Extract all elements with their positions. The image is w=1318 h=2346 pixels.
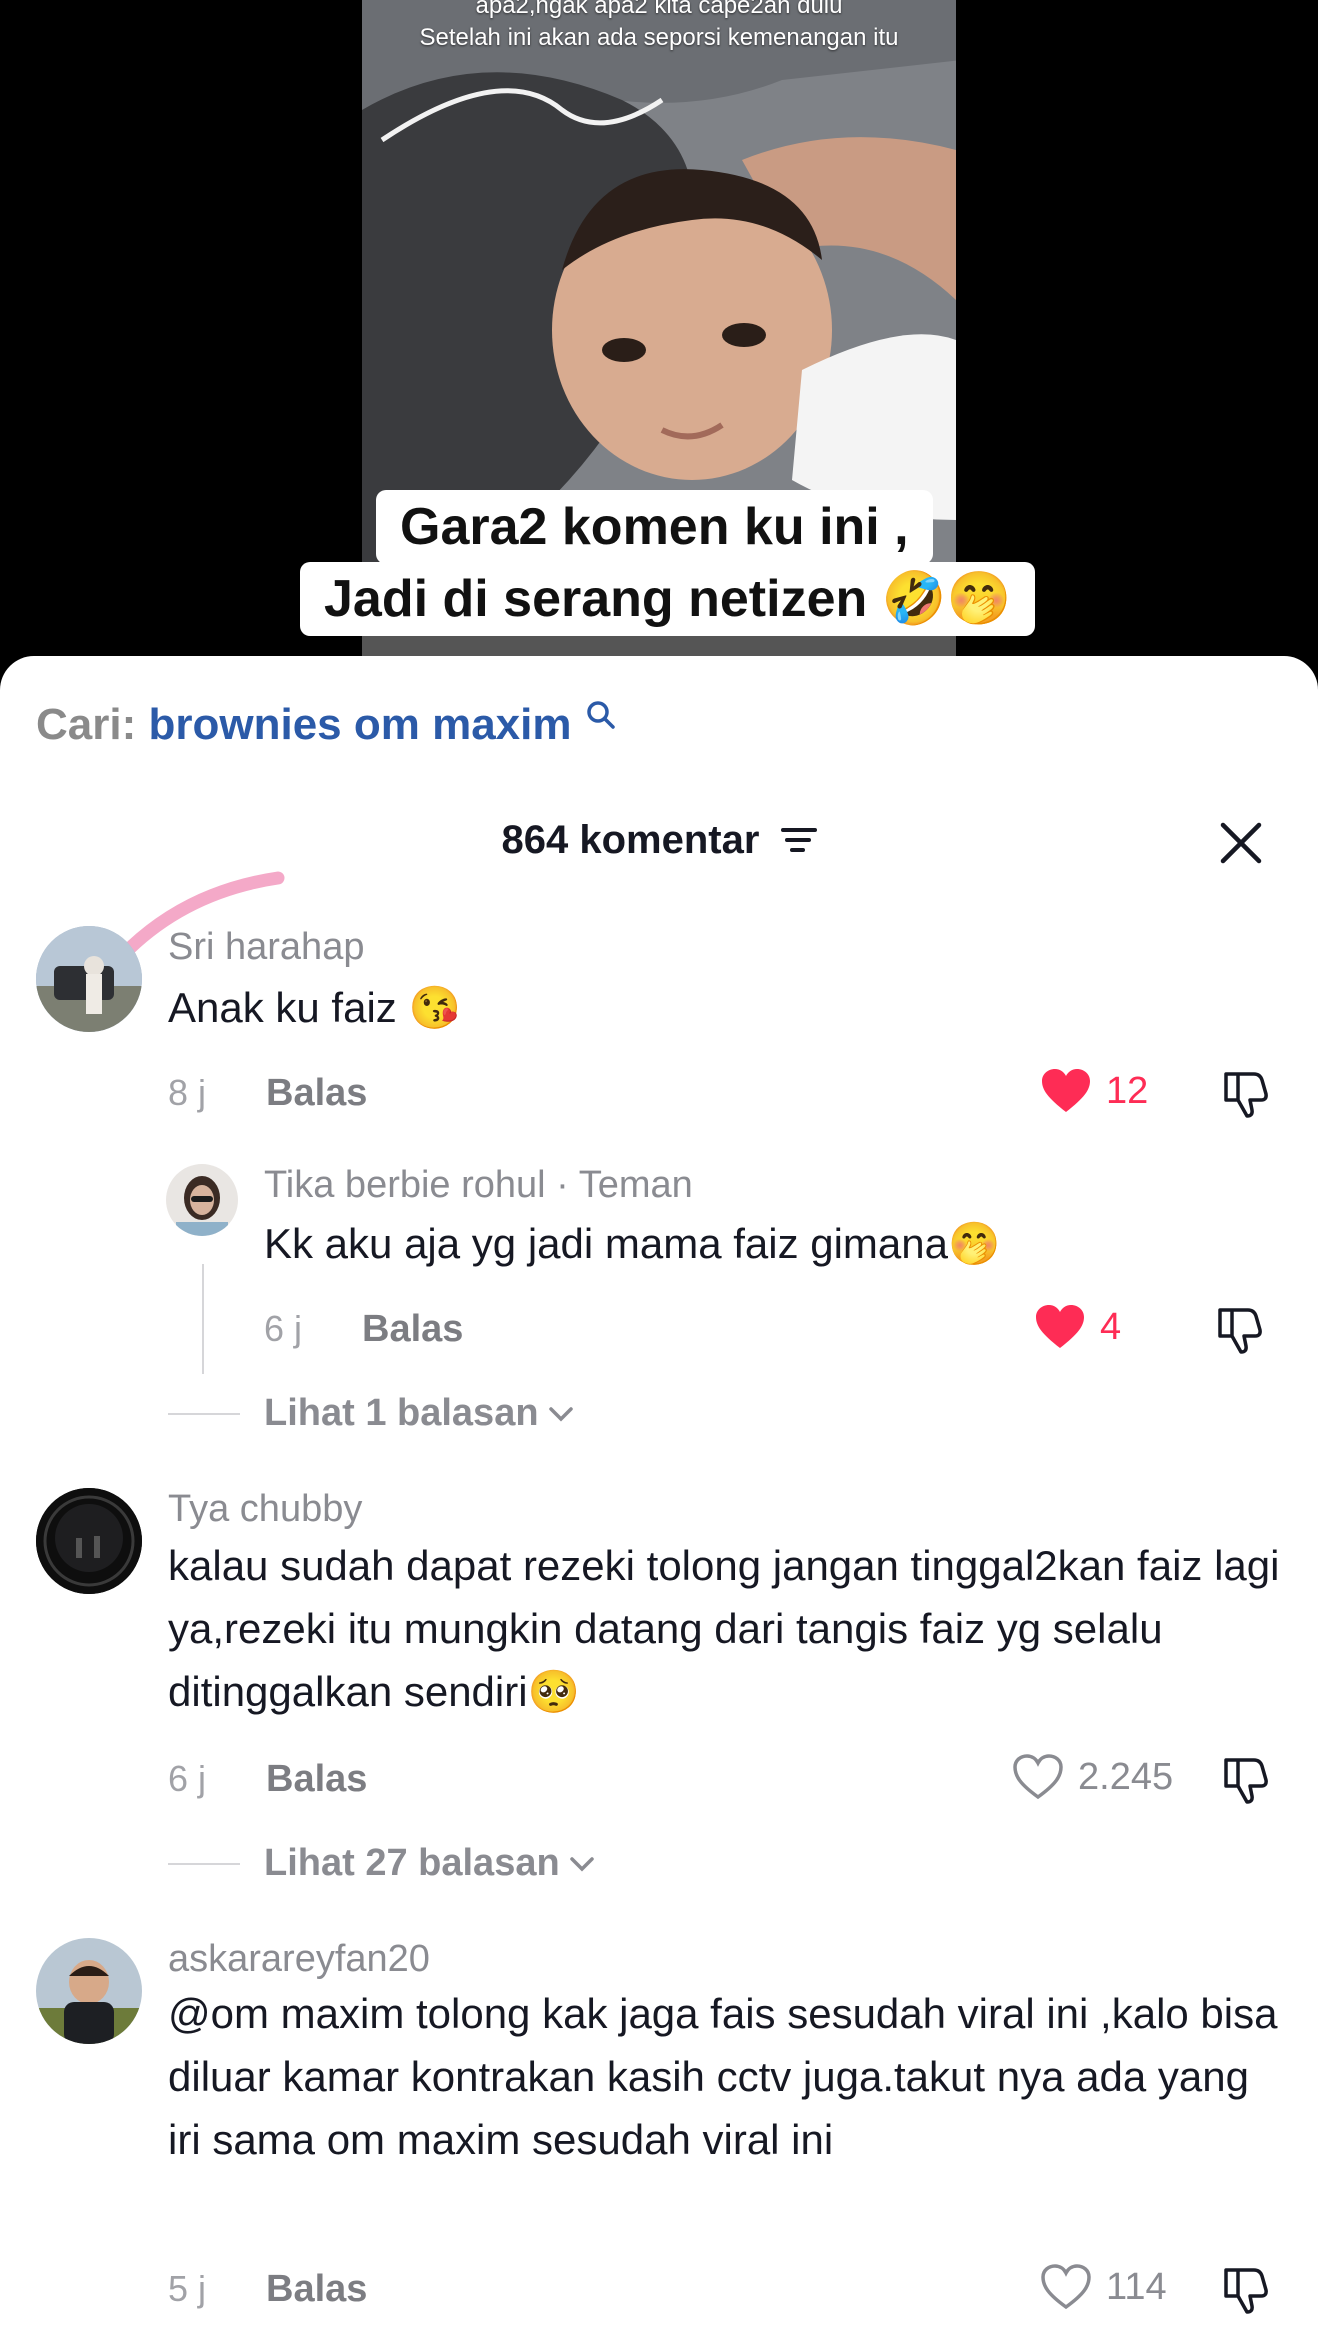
comment-text: Anak ku faiz 😘 bbox=[168, 984, 461, 1031]
heart-outline-icon bbox=[1013, 1754, 1063, 1800]
avatar-image bbox=[36, 1938, 142, 2044]
comment-text: kalau sudah dapat rezeki tolong jangan t… bbox=[168, 1542, 1280, 1715]
avatar[interactable] bbox=[166, 1164, 238, 1236]
avatar[interactable] bbox=[36, 1938, 142, 2044]
like-button[interactable]: 4 bbox=[1034, 1304, 1121, 1350]
thread-line bbox=[202, 1264, 204, 1374]
chevron-down-icon bbox=[548, 1406, 573, 1421]
like-button[interactable]: 2.245 bbox=[1012, 1754, 1173, 1800]
like-count: 4 bbox=[1100, 1305, 1122, 1348]
search-icon bbox=[586, 701, 615, 729]
comment-username[interactable]: Sri harahap bbox=[168, 926, 364, 969]
comment-time: 5 j bbox=[168, 2268, 207, 2309]
avatar-image bbox=[166, 1164, 238, 1236]
like-button[interactable]: 114 bbox=[1040, 2264, 1167, 2310]
comment-time: 6 j bbox=[168, 1758, 207, 1799]
like-button[interactable]: 12 bbox=[1040, 1068, 1148, 1114]
view-replies-divider bbox=[168, 1863, 240, 1865]
heart-filled-icon bbox=[1036, 1305, 1084, 1348]
comment-count: 864 komentar bbox=[501, 817, 760, 862]
like-count: 12 bbox=[1106, 1069, 1149, 1112]
reply-button[interactable]: Balas bbox=[362, 1308, 463, 1351]
reply-time: 6 j bbox=[264, 1308, 303, 1349]
comment-username[interactable]: Tya chubby bbox=[168, 1488, 362, 1531]
search-label: Cari: bbox=[36, 700, 137, 749]
search-suggestion[interactable]: Cari: brownies om maxim bbox=[36, 700, 616, 750]
video-overlay-text-line-2: Jadi di serang netizen 🤣🤭 bbox=[300, 562, 1036, 636]
reply-text: Kk aku aja yg jadi mama faiz gimana🤭 bbox=[264, 1220, 1001, 1267]
dislike-icon[interactable] bbox=[1214, 1304, 1266, 1356]
sort-filter-icon[interactable] bbox=[780, 825, 817, 855]
close-icon[interactable] bbox=[1218, 820, 1264, 866]
reply-button[interactable]: Balas bbox=[266, 1072, 367, 1115]
view-replies-button[interactable]: Lihat 1 balasan bbox=[264, 1392, 575, 1435]
comment-text: @om maxim tolong kak jaga fais sesudah v… bbox=[168, 1990, 1278, 2163]
comments-sheet: Cari: brownies om maxim 864 komentar Sri… bbox=[0, 656, 1318, 2346]
avatar[interactable] bbox=[36, 1488, 142, 1594]
view-replies-button[interactable]: Lihat 27 balasan bbox=[264, 1842, 596, 1885]
like-count: 114 bbox=[1106, 2265, 1167, 2308]
view-replies-label: Lihat 1 balasan bbox=[264, 1392, 539, 1434]
heart-outline-icon bbox=[1041, 2264, 1091, 2310]
comment-time: 8 j bbox=[168, 1072, 207, 1113]
avatar-image bbox=[36, 1488, 142, 1594]
video-caption-line-1: apa2,ngak apa2 kita cape2an dulu bbox=[475, 0, 843, 19]
dislike-icon[interactable] bbox=[1220, 1754, 1272, 1806]
dislike-icon[interactable] bbox=[1220, 2264, 1272, 2316]
reply-button[interactable]: Balas bbox=[266, 1758, 367, 1801]
chevron-down-icon bbox=[569, 1856, 594, 1871]
view-replies-divider bbox=[168, 1413, 240, 1415]
search-query-link[interactable]: brownies om maxim bbox=[148, 700, 571, 749]
heart-filled-icon bbox=[1042, 1069, 1090, 1112]
avatar-image bbox=[36, 926, 142, 1032]
video-caption-line-2: Setelah ini akan ada seporsi kemenangan … bbox=[419, 24, 899, 51]
avatar[interactable] bbox=[36, 926, 142, 1032]
reply-button[interactable]: Balas bbox=[266, 2268, 367, 2311]
comment-username[interactable]: askarareyfan20 bbox=[168, 1938, 430, 1981]
reply-username[interactable]: Tika berbie rohul · Teman bbox=[264, 1164, 693, 1207]
video-overlay-text-line-1: Gara2 komen ku ini , bbox=[376, 490, 933, 564]
like-count: 2.245 bbox=[1078, 1755, 1174, 1798]
view-replies-label: Lihat 27 balasan bbox=[264, 1842, 560, 1884]
dislike-icon[interactable] bbox=[1220, 1068, 1272, 1120]
video-player[interactable]: apa2,ngak apa2 kita cape2an dulu Setelah… bbox=[0, 0, 1318, 700]
